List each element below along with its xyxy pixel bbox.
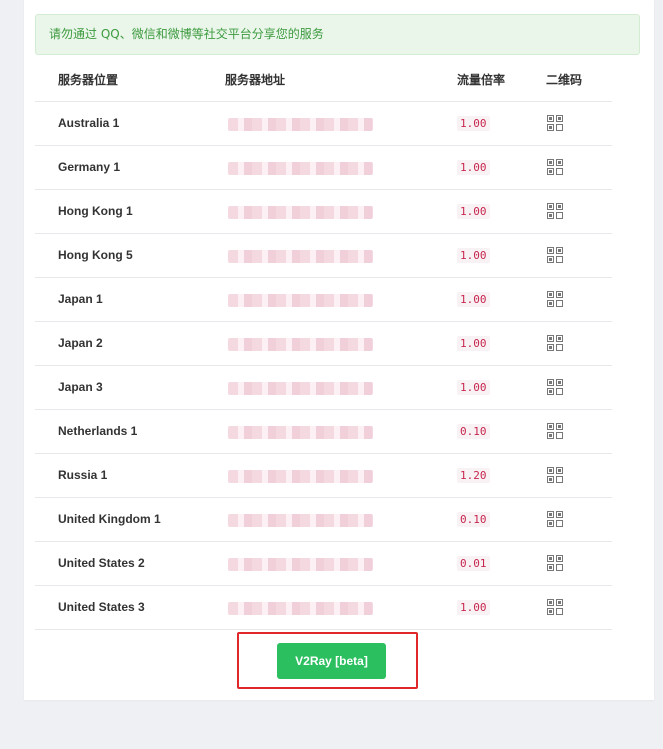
qr-code-icon[interactable] bbox=[547, 159, 563, 175]
server-location: Russia 1 bbox=[58, 468, 108, 482]
server-address-redacted bbox=[228, 426, 373, 439]
traffic-rate: 1.00 bbox=[457, 292, 490, 307]
table-row: Japan 3 1.00 bbox=[35, 366, 612, 410]
server-address-redacted bbox=[228, 558, 373, 571]
server-location: United States 2 bbox=[58, 556, 145, 570]
server-address-redacted bbox=[228, 206, 373, 219]
table-row: Japan 2 1.00 bbox=[35, 322, 612, 366]
header-location: 服务器位置 bbox=[58, 73, 119, 87]
qr-code-icon[interactable] bbox=[547, 467, 563, 483]
table-row: Hong Kong 5 1.00 bbox=[35, 234, 612, 278]
table-row: Australia 1 1.00 bbox=[35, 102, 612, 146]
table-row: Netherlands 1 0.10 bbox=[35, 410, 612, 454]
qr-code-icon[interactable] bbox=[547, 555, 563, 571]
table-body: Australia 1 1.00 Germany 1 1.00 Hong Kong 1 1… bbox=[35, 102, 612, 630]
traffic-rate: 0.01 bbox=[457, 556, 490, 571]
server-location: Germany 1 bbox=[58, 160, 121, 174]
header-qr: 二维码 bbox=[546, 73, 583, 87]
highlight-box: V2Ray [beta] bbox=[237, 632, 418, 689]
server-address-redacted bbox=[228, 514, 373, 527]
qr-code-icon[interactable] bbox=[547, 247, 563, 263]
table-header: 服务器位置 服务器地址 流量倍率 二维码 bbox=[35, 57, 612, 102]
table-row: Russia 1 1.20 bbox=[35, 454, 612, 498]
qr-code-icon[interactable] bbox=[547, 379, 563, 395]
server-address-redacted bbox=[228, 470, 373, 483]
server-location: Australia 1 bbox=[58, 116, 120, 130]
table-row: United States 2 0.01 bbox=[35, 542, 612, 586]
traffic-rate: 1.00 bbox=[457, 160, 490, 175]
traffic-rate: 1.00 bbox=[457, 380, 490, 395]
qr-code-icon[interactable] bbox=[547, 423, 563, 439]
table-row: United States 3 1.00 bbox=[35, 586, 612, 630]
server-list-card: 请勿通过 QQ、微信和微博等社交平台分享您的服务 服务器位置 服务器地址 流量倍… bbox=[24, 0, 654, 700]
share-warning-alert: 请勿通过 QQ、微信和微博等社交平台分享您的服务 bbox=[35, 14, 640, 55]
qr-code-icon[interactable] bbox=[547, 335, 563, 351]
server-location: Japan 3 bbox=[58, 380, 103, 394]
header-rate: 流量倍率 bbox=[457, 73, 506, 87]
qr-code-icon[interactable] bbox=[547, 115, 563, 131]
traffic-rate: 1.00 bbox=[457, 116, 490, 131]
qr-code-icon[interactable] bbox=[547, 291, 563, 307]
server-location: Hong Kong 5 bbox=[58, 248, 133, 262]
server-address-redacted bbox=[228, 382, 373, 395]
traffic-rate: 1.20 bbox=[457, 468, 490, 483]
traffic-rate: 1.00 bbox=[457, 248, 490, 263]
traffic-rate: 1.00 bbox=[457, 600, 490, 615]
server-table: 服务器位置 服务器地址 流量倍率 二维码 Australia 1 1.00 Germ… bbox=[35, 57, 612, 630]
server-address-redacted bbox=[228, 118, 373, 131]
server-location: Japan 2 bbox=[58, 336, 103, 350]
traffic-rate: 0.10 bbox=[457, 512, 490, 527]
qr-code-icon[interactable] bbox=[547, 511, 563, 527]
table-row: Japan 1 1.00 bbox=[35, 278, 612, 322]
server-address-redacted bbox=[228, 602, 373, 615]
server-location: Japan 1 bbox=[58, 292, 103, 306]
server-location: Hong Kong 1 bbox=[58, 204, 133, 218]
traffic-rate: 1.00 bbox=[457, 204, 490, 219]
table-row: Germany 1 1.00 bbox=[35, 146, 612, 190]
server-location: Netherlands 1 bbox=[58, 424, 138, 438]
server-address-redacted bbox=[228, 294, 373, 307]
qr-code-icon[interactable] bbox=[547, 203, 563, 219]
server-address-redacted bbox=[228, 250, 373, 263]
server-address-redacted bbox=[228, 338, 373, 351]
server-location: United Kingdom 1 bbox=[58, 512, 161, 526]
traffic-rate: 1.00 bbox=[457, 336, 490, 351]
header-address: 服务器地址 bbox=[225, 73, 286, 87]
server-address-redacted bbox=[228, 162, 373, 175]
v2ray-button[interactable]: V2Ray [beta] bbox=[277, 643, 386, 679]
table-row: Hong Kong 1 1.00 bbox=[35, 190, 612, 234]
server-location: United States 3 bbox=[58, 600, 145, 614]
table-row: United Kingdom 1 0.10 bbox=[35, 498, 612, 542]
qr-code-icon[interactable] bbox=[547, 599, 563, 615]
traffic-rate: 0.10 bbox=[457, 424, 490, 439]
